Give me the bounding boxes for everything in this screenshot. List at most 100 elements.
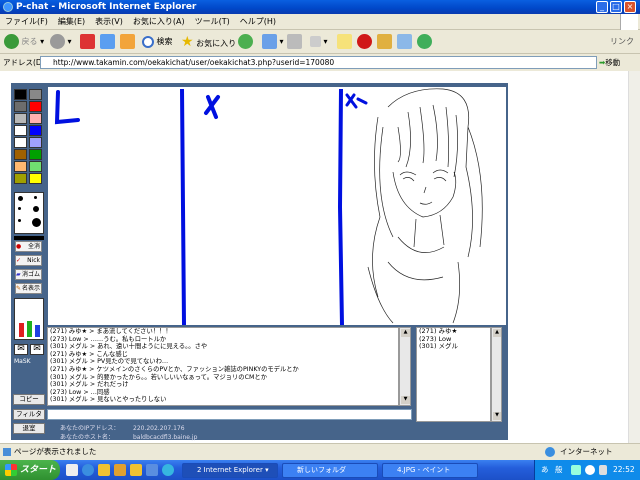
task-internet-explorer[interactable]: 2 Internet Explorer ▾	[182, 463, 278, 478]
color-swatch[interactable]	[14, 125, 27, 136]
mail-alt-icon[interactable]: ✉	[30, 344, 44, 355]
color-swatch[interactable]	[29, 113, 42, 124]
task-paint[interactable]: 4.JPG - ペイント	[382, 463, 478, 478]
u-logo-icon	[357, 34, 372, 49]
menu-file[interactable]: ファイル(F)	[0, 14, 53, 30]
scroll-up-icon[interactable]: ▲	[401, 329, 410, 337]
home-button[interactable]	[120, 33, 135, 51]
menu-view[interactable]: 表示(V)	[90, 14, 128, 30]
copy-button[interactable]: コピー	[13, 394, 45, 405]
security-icon[interactable]	[599, 465, 607, 475]
color-slider-panel[interactable]	[14, 298, 44, 340]
favorites-button[interactable]: ★ お気に入り	[181, 33, 236, 51]
eraser-button[interactable]: ▰ 消ゴム	[15, 269, 42, 280]
quicklaunch-explorer-icon[interactable]	[114, 464, 126, 476]
menu-favorites[interactable]: お気に入り(A)	[128, 14, 190, 30]
lock-button[interactable]	[377, 33, 392, 51]
go-button[interactable]: ➡移動	[599, 57, 620, 68]
close-button[interactable]: ×	[624, 1, 636, 13]
ime-mode-icon[interactable]: あ	[541, 460, 549, 480]
line-width-bar[interactable]	[14, 236, 44, 240]
nick-button[interactable]: ✓ Nick	[15, 255, 42, 266]
name-display-button[interactable]: ✎ 名表示	[15, 283, 42, 294]
print-button[interactable]	[287, 33, 302, 51]
star-icon: ★	[181, 34, 194, 50]
quicklaunch-app-icon[interactable]	[162, 464, 174, 476]
color-swatch[interactable]	[29, 173, 42, 184]
quicklaunch-folder-icon[interactable]	[98, 464, 110, 476]
search-button[interactable]: 検索	[142, 33, 173, 51]
edit-button[interactable]: ▾	[310, 33, 328, 51]
refresh-button[interactable]	[100, 33, 115, 51]
color-swatch[interactable]	[29, 161, 42, 172]
address-input[interactable]: http://www.takamin.com/oekakichat/user/o…	[40, 56, 597, 69]
scroll-down-icon[interactable]: ▼	[493, 412, 501, 420]
color-swatch[interactable]	[29, 137, 42, 148]
color-swatch[interactable]	[14, 161, 27, 172]
color-swatch[interactable]	[14, 113, 27, 124]
user-item[interactable]: (301) メグル	[419, 343, 490, 351]
color-swatch[interactable]	[14, 101, 27, 112]
minimize-button[interactable]: _	[596, 1, 608, 13]
color-swatch[interactable]	[29, 125, 42, 136]
note-icon	[337, 34, 352, 49]
quicklaunch-folder2-icon[interactable]	[130, 464, 142, 476]
volume-icon[interactable]	[585, 465, 595, 475]
color-swatch[interactable]	[14, 89, 27, 100]
back-button[interactable]: 戻る ▾	[4, 33, 44, 51]
chat-log: (271) みゆ★ > まあ流してください！！！ (273) Low > ……う…	[47, 327, 399, 406]
menu-tools[interactable]: ツール(T)	[190, 14, 235, 30]
color-swatch[interactable]	[14, 149, 27, 160]
chat-line: (301) メグル > 見ないとやったりしない	[50, 396, 167, 404]
status-text: ページが表示されました	[14, 447, 97, 456]
stop-button[interactable]	[80, 33, 95, 51]
page-scrollbar[interactable]	[628, 71, 640, 443]
edit-icon	[310, 36, 321, 47]
discuss-button[interactable]	[337, 33, 352, 51]
check-icon: ✓	[16, 257, 22, 264]
menu-edit[interactable]: 編集(E)	[53, 14, 90, 30]
scroll-up-icon[interactable]: ▲	[493, 329, 501, 337]
printer-icon	[287, 34, 302, 49]
menu-help[interactable]: ヘルプ(H)	[235, 14, 281, 30]
chat-scrollbar[interactable]: ▲ ▼	[399, 327, 411, 406]
chat-line: (271) みゆ★ > まあ流してください！！！	[50, 328, 172, 335]
clock: 22:52	[613, 465, 635, 474]
ie-logo-icon	[3, 2, 13, 12]
network-icon[interactable]	[571, 465, 581, 475]
task-new-folder[interactable]: 新しいフォルダ	[282, 463, 378, 478]
search-icon	[142, 35, 154, 48]
color-swatch[interactable]	[14, 137, 27, 148]
links-button[interactable]: リンク	[610, 33, 634, 51]
system-tray: あ 般 22:52	[534, 460, 640, 480]
all-clear-button[interactable]: ● 全消	[15, 241, 42, 252]
color-swatch[interactable]	[29, 101, 42, 112]
quicklaunch-mail-icon[interactable]	[146, 464, 158, 476]
messenger-u-button[interactable]	[357, 33, 372, 51]
mail-button[interactable]: ▾	[262, 33, 284, 51]
quicklaunch-ie-icon[interactable]	[82, 464, 94, 476]
color-swatch[interactable]	[29, 89, 42, 100]
toolbar: 戻る ▾ ▾ 検索 ★ お気に入り ▾ ▾ リンク	[0, 30, 640, 54]
brush-size-panel[interactable]	[14, 192, 44, 234]
start-label: スタート	[20, 465, 57, 475]
filter-button[interactable]: フィルタ	[13, 409, 45, 420]
drawing-canvas[interactable]: L	[48, 87, 506, 325]
window-title-bar[interactable]: P-chat - Microsoft Internet Explorer	[0, 0, 640, 14]
research-button[interactable]	[397, 33, 412, 51]
maximize-button[interactable]: □	[610, 1, 622, 13]
user-list-scrollbar[interactable]: ▲ ▼	[491, 327, 502, 422]
chat-input[interactable]	[47, 409, 412, 420]
quicklaunch-desktop-icon[interactable]	[66, 464, 78, 476]
mail-icon[interactable]: ✉	[14, 344, 28, 355]
ime-kana-icon[interactable]: 般	[555, 460, 563, 480]
history-button[interactable]	[238, 33, 253, 51]
scroll-down-icon[interactable]: ▼	[401, 396, 410, 404]
history-icon	[238, 34, 253, 49]
color-swatch[interactable]	[14, 173, 27, 184]
forward-button[interactable]: ▾	[50, 33, 72, 51]
messenger-button[interactable]	[417, 33, 432, 51]
user-list: (271) みゆ★ (273) Low (301) メグル	[416, 327, 491, 422]
color-swatch[interactable]	[29, 149, 42, 160]
leave-button[interactable]: 退室	[13, 423, 45, 434]
